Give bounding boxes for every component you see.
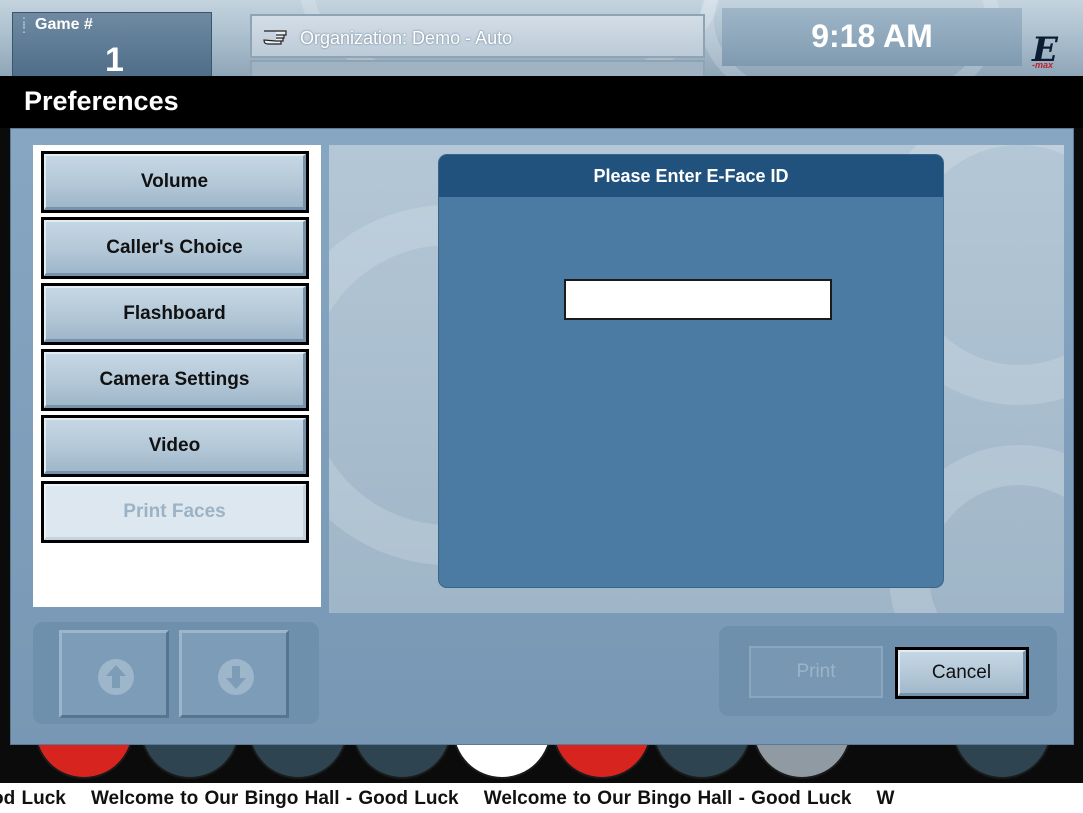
dialog-title: Preferences	[24, 86, 179, 116]
game-label: Game #	[35, 16, 93, 33]
organization-box[interactable]: Organization: Demo - Auto	[250, 14, 705, 58]
menu-button-label: Print Faces	[44, 484, 306, 540]
menu-button-flashboard[interactable]: Flashboard	[41, 283, 309, 345]
scroll-nav-box	[33, 622, 319, 724]
grip-icon: ⋮ ⋮	[18, 15, 30, 35]
bingo-ball	[34, 745, 134, 779]
menu-button-volume[interactable]: Volume	[41, 151, 309, 213]
action-button-box: Print Cancel	[719, 626, 1057, 716]
bingo-ball	[652, 745, 752, 779]
message-ticker: od Luck Welcome to Our Bingo Hall - Good…	[0, 783, 1083, 813]
menu-button-label: Flashboard	[44, 286, 306, 342]
menu-button-video[interactable]: Video	[41, 415, 309, 477]
content-area: Please Enter E-Face ID	[329, 145, 1064, 613]
menu-button-print-faces: Print Faces	[41, 481, 309, 543]
menu-button-label: Volume	[44, 154, 306, 210]
cancel-button-label: Cancel	[898, 650, 1026, 696]
bingo-ball	[452, 745, 552, 779]
bingo-ball	[140, 745, 240, 779]
menu-button-callers-choice[interactable]: Caller's Choice	[41, 217, 309, 279]
scroll-up-button[interactable]	[59, 630, 169, 718]
pointing-hand-icon	[263, 30, 287, 45]
eface-id-input[interactable]	[564, 279, 832, 320]
menu-button-label: Camera Settings	[44, 352, 306, 408]
arrow-up-circle-icon	[98, 659, 134, 695]
game-number: 1	[105, 41, 124, 76]
arrow-down-circle-icon	[218, 659, 254, 695]
bingo-ball	[248, 745, 348, 779]
organization-text: Organization: Demo - Auto	[300, 28, 513, 48]
print-button: Print	[749, 646, 883, 698]
clock-box: 9:18 AM	[722, 8, 1022, 66]
dialog-title-bar: Preferences	[0, 76, 1083, 128]
bingo-ball-strip	[0, 745, 1083, 783]
menu-button-camera-settings[interactable]: Camera Settings	[41, 349, 309, 411]
menu-button-label: Video	[44, 418, 306, 474]
bingo-ball	[552, 745, 652, 779]
organization-secondary-box	[250, 60, 705, 76]
bingo-ball	[752, 745, 852, 779]
scroll-down-button[interactable]	[179, 630, 289, 718]
eface-id-heading: Please Enter E-Face ID	[439, 155, 943, 197]
emax-logo: E -max	[1026, 30, 1076, 70]
menu-button-label: Caller's Choice	[44, 220, 306, 276]
preferences-menu: Volume Caller's Choice Flashboard Camera…	[33, 145, 321, 607]
bingo-ball	[952, 745, 1052, 779]
logo-sub: -max	[1032, 60, 1054, 70]
eface-id-panel: Please Enter E-Face ID	[439, 155, 943, 587]
ticker-text: od Luck Welcome to Our Bingo Hall - Good…	[0, 788, 895, 809]
bingo-ball	[352, 745, 452, 779]
game-number-box: ⋮ ⋮ Game # 1	[12, 12, 212, 76]
cancel-button[interactable]: Cancel	[895, 647, 1029, 699]
preferences-dialog: Please Enter E-Face ID Volume Caller's C…	[10, 128, 1074, 745]
top-status-bar: ⋮ ⋮ Game # 1 Organization: Demo - Auto 9:…	[0, 0, 1083, 76]
clock-time: 9:18 AM	[811, 18, 933, 54]
